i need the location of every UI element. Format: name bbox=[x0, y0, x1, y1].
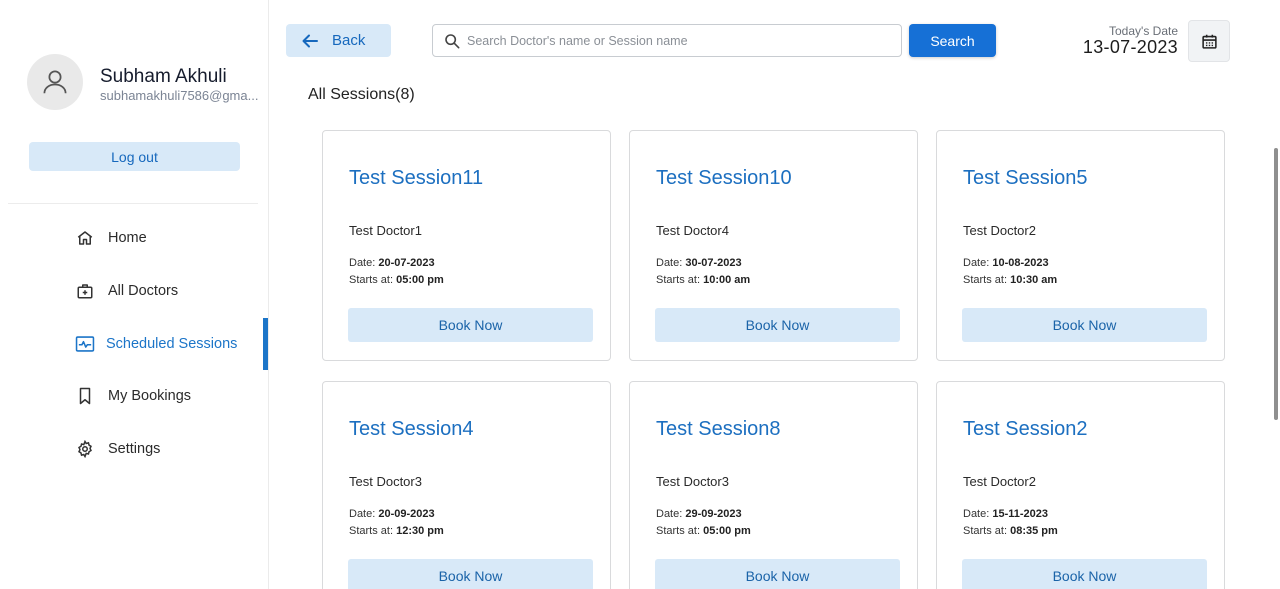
sidebar-item-label: My Bookings bbox=[108, 388, 192, 404]
user-email: subhamakhuli7586@gma... bbox=[100, 88, 259, 103]
search-field bbox=[432, 24, 902, 57]
user-icon bbox=[43, 70, 67, 94]
bookmark-icon bbox=[75, 386, 95, 406]
book-now-button[interactable]: Book Now bbox=[655, 559, 900, 589]
book-now-button[interactable]: Book Now bbox=[962, 559, 1207, 589]
sidebar-item-label: Scheduled Sessions bbox=[106, 336, 238, 352]
doctor-name: Test Doctor3 bbox=[349, 474, 422, 489]
session-title: Test Session5 bbox=[963, 167, 1088, 189]
book-now-button[interactable]: Book Now bbox=[348, 559, 593, 589]
session-card: Test Session5 Test Doctor2 Date: 10-08-2… bbox=[936, 130, 1225, 361]
search-icon bbox=[445, 34, 460, 49]
back-button[interactable]: Back bbox=[286, 24, 391, 57]
user-name: Subham Akhuli bbox=[100, 66, 227, 87]
home-icon bbox=[75, 228, 95, 248]
doctor-name: Test Doctor3 bbox=[656, 474, 729, 489]
sidebar-item-home[interactable]: Home bbox=[0, 212, 268, 264]
session-time: Starts at: 10:00 am bbox=[656, 274, 751, 286]
session-title: Test Session8 bbox=[656, 418, 781, 440]
session-card: Test Session11 Test Doctor1 Date: 20-07-… bbox=[322, 130, 611, 361]
gear-icon bbox=[75, 439, 95, 459]
sessions-icon bbox=[75, 334, 95, 354]
session-title: Test Session11 bbox=[349, 167, 484, 189]
session-date: Date: 20-09-2023 bbox=[349, 508, 435, 520]
session-title: Test Session10 bbox=[656, 167, 792, 189]
book-now-button[interactable]: Book Now bbox=[655, 308, 900, 342]
user-profile: Subham Akhuli subhamakhuli7586@gma... bbox=[27, 54, 267, 111]
doctor-name: Test Doctor1 bbox=[349, 223, 422, 238]
session-title: Test Session2 bbox=[963, 418, 1088, 440]
book-now-button[interactable]: Book Now bbox=[348, 308, 593, 342]
session-time: Starts at: 05:00 pm bbox=[656, 525, 751, 537]
session-time: Starts at: 10:30 am bbox=[963, 274, 1058, 286]
sidebar-divider bbox=[8, 203, 258, 204]
arrow-left-icon bbox=[302, 34, 318, 47]
sidebar-item-label: Home bbox=[108, 230, 147, 246]
logout-button[interactable]: Log out bbox=[29, 142, 240, 171]
doctor-name: Test Doctor2 bbox=[963, 474, 1036, 489]
session-title: Test Session4 bbox=[349, 418, 474, 440]
session-date: Date: 10-08-2023 bbox=[963, 257, 1049, 269]
scrollbar-thumb[interactable] bbox=[1274, 148, 1278, 420]
today-date-caption: Today's Date bbox=[1109, 24, 1178, 38]
doctor-name: Test Doctor4 bbox=[656, 223, 729, 238]
sidebar-item-label: Settings bbox=[108, 441, 161, 457]
book-now-button[interactable]: Book Now bbox=[962, 308, 1207, 342]
sidebar-item-my-bookings[interactable]: My Bookings bbox=[0, 370, 268, 422]
sidebar-item-label: All Doctors bbox=[108, 283, 179, 299]
search-input[interactable] bbox=[467, 25, 897, 56]
sidebar: Subham Akhuli subhamakhuli7586@gma... Lo… bbox=[0, 0, 269, 589]
session-time: Starts at: 12:30 pm bbox=[349, 525, 444, 537]
back-button-label: Back bbox=[332, 32, 366, 49]
sidebar-item-settings[interactable]: Settings bbox=[0, 423, 268, 475]
doctor-bag-icon bbox=[75, 281, 95, 301]
today-date-value: 13-07-2023 bbox=[1082, 37, 1178, 57]
avatar bbox=[27, 54, 83, 110]
session-card: Test Session4 Test Doctor3 Date: 20-09-2… bbox=[322, 381, 611, 589]
session-date: Date: 15-11-2023 bbox=[963, 508, 1049, 520]
session-card: Test Session10 Test Doctor4 Date: 30-07-… bbox=[629, 130, 918, 361]
session-date: Date: 20-07-2023 bbox=[349, 257, 435, 269]
sidebar-item-scheduled-sessions[interactable]: Scheduled Sessions bbox=[0, 318, 268, 370]
session-time: Starts at: 08:35 pm bbox=[963, 525, 1058, 537]
session-card: Test Session2 Test Doctor2 Date: 15-11-2… bbox=[936, 381, 1225, 589]
session-time: Starts at: 05:00 pm bbox=[349, 274, 444, 286]
search-button[interactable]: Search bbox=[909, 24, 996, 57]
doctor-name: Test Doctor2 bbox=[963, 223, 1036, 238]
session-card: Test Session8 Test Doctor3 Date: 29-09-2… bbox=[629, 381, 918, 589]
calendar-button[interactable] bbox=[1188, 20, 1230, 62]
sidebar-item-all-doctors[interactable]: All Doctors bbox=[0, 265, 268, 317]
session-date: Date: 29-09-2023 bbox=[656, 508, 742, 520]
section-title: All Sessions(8) bbox=[308, 86, 415, 103]
session-date: Date: 30-07-2023 bbox=[656, 257, 742, 269]
calendar-icon bbox=[1201, 34, 1217, 49]
scrollbar[interactable] bbox=[1272, 124, 1280, 589]
